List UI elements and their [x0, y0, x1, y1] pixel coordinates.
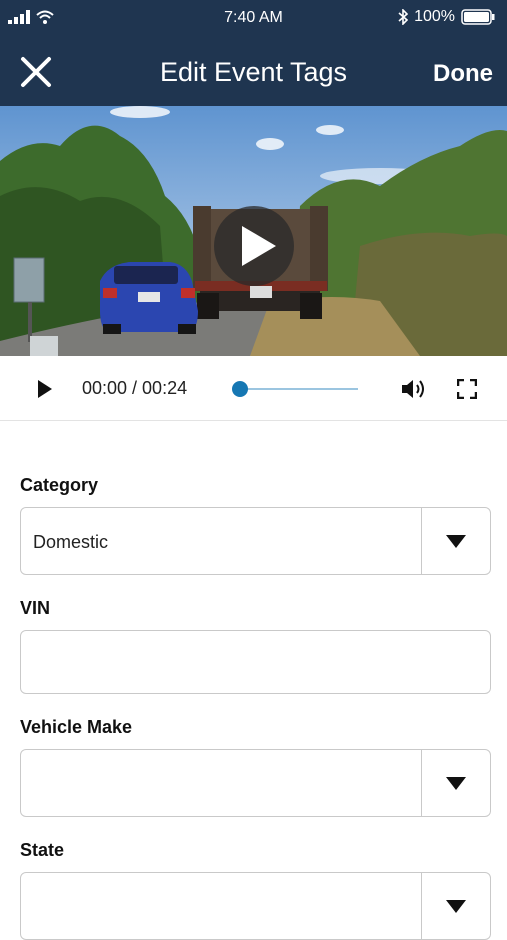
chevron-down-icon	[446, 776, 466, 790]
volume-icon[interactable]	[400, 377, 428, 401]
state-label: State	[20, 840, 65, 860]
vehicle-make-select[interactable]	[20, 749, 491, 817]
category-label: Category	[20, 475, 99, 495]
chevron-down-icon	[446, 534, 466, 548]
nav-bar: Edit Event Tags Done	[0, 36, 507, 106]
video-frame	[0, 106, 507, 356]
category-dropdown-button[interactable]	[421, 508, 490, 574]
player-controls: 00:00 / 00:24	[0, 356, 507, 421]
playback-time: 00:00 / 00:24	[82, 378, 188, 398]
category-select[interactable]: Domestic	[20, 507, 491, 575]
progress-thumb[interactable]	[232, 381, 248, 397]
category-value: Domestic	[33, 532, 109, 552]
status-bar: 7:40 AM 100%	[0, 0, 507, 36]
state-dropdown-button[interactable]	[421, 873, 490, 939]
page-title: Edit Event Tags	[159, 57, 348, 87]
vehicle-make-label: Vehicle Make	[20, 717, 133, 737]
battery-percent: 100%	[414, 8, 455, 25]
done-button[interactable]: Done	[433, 60, 493, 88]
state-select[interactable]	[20, 872, 491, 940]
battery-icon	[461, 9, 495, 25]
vin-field[interactable]	[20, 630, 491, 694]
fullscreen-icon[interactable]	[457, 379, 477, 399]
bluetooth-icon	[398, 9, 409, 25]
play-icon[interactable]	[36, 379, 54, 399]
vehicle-make-dropdown-button[interactable]	[421, 750, 490, 816]
chevron-down-icon	[446, 899, 466, 913]
status-right: 100%	[398, 8, 495, 26]
progress-track[interactable]	[240, 388, 358, 390]
video-player[interactable]	[0, 106, 507, 356]
vin-label: VIN	[20, 598, 51, 618]
